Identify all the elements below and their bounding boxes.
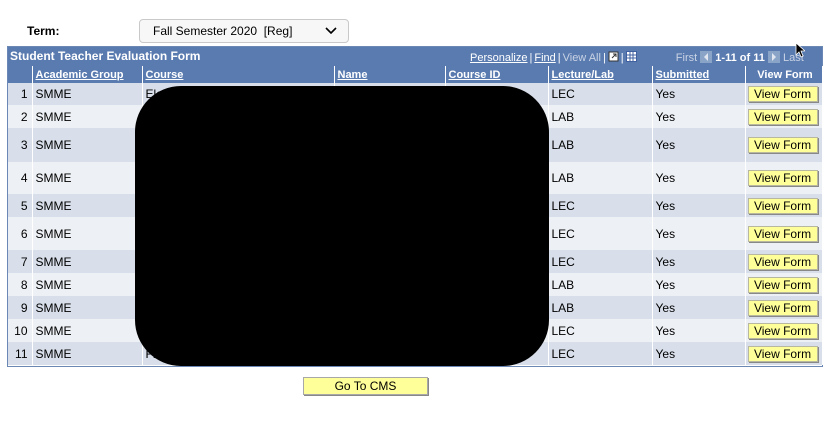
view-form-cell: View Form (745, 342, 823, 365)
row-number: 1 (8, 83, 33, 105)
row-number: 11 (8, 342, 33, 365)
view-form-button[interactable]: View Form (747, 137, 818, 153)
table-header-row: Academic Group Course Name Course ID Lec… (8, 66, 823, 83)
view-form-cell: View Form (745, 273, 823, 296)
column-header-view-form: View Form (745, 66, 823, 83)
redaction-block (135, 86, 549, 366)
view-form-cell: View Form (745, 128, 823, 162)
view-form-button[interactable]: View Form (747, 253, 818, 270)
academic-group-cell: SMME (32, 342, 143, 365)
academic-group-cell: SMME (32, 319, 143, 342)
academic-group-cell: SMME (32, 250, 143, 273)
submitted-cell: Yes (652, 83, 746, 105)
view-form-button[interactable]: View Form (747, 322, 818, 339)
lecture-lab-cell: LEC (548, 83, 653, 105)
column-header-name[interactable]: Name (334, 66, 446, 83)
submitted-cell: Yes (652, 217, 746, 250)
lecture-lab-cell: LEC (548, 319, 653, 342)
view-form-button[interactable]: View Form (747, 299, 818, 316)
row-number: 2 (8, 105, 33, 128)
column-header-academic-group[interactable]: Academic Group (32, 66, 143, 83)
submitted-cell: Yes (652, 105, 746, 128)
grid-nav: Personalize | Find | View All | | First 1-11 o… (470, 51, 804, 64)
submitted-cell: Yes (652, 128, 746, 162)
next-icon[interactable] (767, 51, 780, 63)
row-number: 10 (8, 319, 33, 342)
view-form-cell: View Form (745, 296, 823, 319)
new-window-icon[interactable] (608, 51, 619, 62)
submitted-cell: Yes (652, 296, 746, 319)
view-form-button[interactable]: View Form (747, 345, 818, 362)
view-form-cell: View Form (745, 105, 823, 128)
row-number: 6 (8, 217, 33, 250)
lecture-lab-cell: LAB (548, 273, 653, 296)
spreadsheet-icon[interactable] (625, 51, 637, 62)
lecture-lab-cell: LEC (548, 217, 653, 250)
lecture-lab-cell: LAB (548, 162, 653, 194)
view-form-button[interactable]: View Form (747, 108, 818, 125)
academic-group-cell: SMME (32, 128, 143, 162)
lecture-lab-cell: LEC (548, 194, 653, 217)
find-link[interactable]: Find (534, 52, 555, 64)
first-link[interactable]: First (676, 52, 697, 64)
column-header-course-id[interactable]: Course ID (445, 66, 549, 83)
academic-group-cell: SMME (32, 217, 143, 250)
academic-group-cell: SMME (32, 83, 143, 105)
chevron-down-icon (325, 27, 337, 35)
mouse-cursor-icon (795, 42, 805, 58)
view-form-button[interactable]: View Form (747, 276, 818, 293)
submitted-cell: Yes (652, 273, 746, 296)
academic-group-cell: SMME (32, 273, 143, 296)
view-form-button[interactable]: View Form (747, 86, 818, 102)
lecture-lab-cell: LEC (548, 250, 653, 273)
term-select-value: Fall Semester 2020 [Reg] (153, 24, 293, 38)
lecture-lab-cell: LAB (548, 105, 653, 128)
grid-title: Student Teacher Evaluation Form (10, 49, 201, 63)
view-form-cell: View Form (745, 162, 823, 194)
lecture-lab-cell: LEC (548, 342, 653, 365)
view-form-cell: View Form (745, 217, 823, 250)
go-to-cms-button[interactable]: Go To CMS (303, 377, 428, 395)
row-range: 1-11 of 11 (715, 52, 765, 64)
row-number: 4 (8, 162, 33, 194)
view-form-button[interactable]: View Form (747, 170, 818, 186)
submitted-cell: Yes (652, 342, 746, 365)
view-form-cell: View Form (745, 250, 823, 273)
column-header-lecture-lab[interactable]: Lecture/Lab (548, 66, 653, 83)
column-header-index (8, 66, 33, 83)
submitted-cell: Yes (652, 250, 746, 273)
column-header-submitted[interactable]: Submitted (652, 66, 746, 83)
column-header-course[interactable]: Course (142, 66, 335, 83)
grid-header: Student Teacher Evaluation Form Personal… (8, 47, 822, 66)
term-select[interactable]: Fall Semester 2020 [Reg] (139, 19, 349, 43)
academic-group-cell: SMME (32, 162, 143, 194)
view-form-button[interactable]: View Form (747, 225, 818, 242)
term-label: Term: (27, 24, 60, 38)
view-form-cell: View Form (745, 319, 823, 342)
academic-group-cell: SMME (32, 105, 143, 128)
view-form-cell: View Form (745, 194, 823, 217)
row-number: 9 (8, 296, 33, 319)
view-form-button[interactable]: View Form (747, 197, 818, 214)
row-number: 3 (8, 128, 33, 162)
row-number: 5 (8, 194, 33, 217)
personalize-link[interactable]: Personalize (470, 52, 527, 64)
previous-icon[interactable] (700, 51, 713, 63)
academic-group-cell: SMME (32, 296, 143, 319)
row-number: 8 (8, 273, 33, 296)
lecture-lab-cell: LAB (548, 296, 653, 319)
academic-group-cell: SMME (32, 194, 143, 217)
row-number: 7 (8, 250, 33, 273)
submitted-cell: Yes (652, 319, 746, 342)
lecture-lab-cell: LAB (548, 128, 653, 162)
view-form-cell: View Form (745, 83, 823, 105)
view-all-link[interactable]: View All (563, 52, 601, 64)
submitted-cell: Yes (652, 162, 746, 194)
submitted-cell: Yes (652, 194, 746, 217)
